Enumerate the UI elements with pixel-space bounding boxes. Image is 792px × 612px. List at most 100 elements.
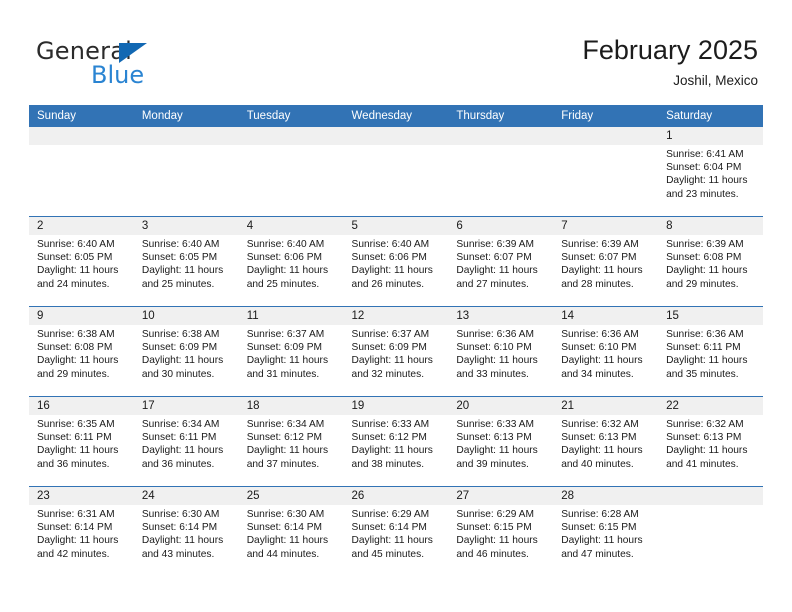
daylight-text-line2: and 26 minutes. — [351, 278, 425, 290]
sunset-text: Sunset: 6:06 PM — [351, 252, 427, 264]
weekday-header-tuesday: Tuesday — [238, 105, 344, 127]
daylight-text-line1: Daylight: 11 hours — [246, 265, 329, 277]
sunrise-text: Sunrise: 6:34 AM — [246, 419, 325, 430]
day-cell-8[interactable]: 8 Sunrise: 6:39 AM Sunset: 6:08 PM Daylight… — [658, 217, 763, 306]
sunrise-text: Sunrise: 6:29 AM — [456, 509, 534, 520]
calendar-day-cell: 6 Sunrise: 6:39 AM Sunset: 6:07 PM Daylight… — [448, 216, 554, 307]
daylight-text-line1: Daylight: 11 hours — [666, 265, 748, 277]
calendar-day-cell — [133, 127, 239, 217]
daylight-text-line1: Daylight: 11 hours — [37, 265, 119, 277]
day-cell-6[interactable]: 6 Sunrise: 6:39 AM Sunset: 6:07 PM Daylight… — [448, 217, 554, 306]
calendar-week-row: 23 Sunrise: 6:31 AM Sunset: 6:14 PM Dayligh… — [29, 486, 763, 576]
daylight-text-line1: Daylight: 11 hours — [351, 535, 433, 547]
sunset-text: Sunset: 6:11 PM — [37, 432, 112, 444]
day-number: 7 — [553, 217, 659, 235]
day-cell-19[interactable]: 19 Sunrise: 6:33 AM Sunset: 6:12 PM Dayligh… — [343, 397, 449, 486]
calendar-day-cell: 11 Sunrise: 6:37 AM Sunset: 6:09 PM Dayligh… — [238, 306, 344, 397]
sunrise-text: Sunrise: 6:40 AM — [351, 239, 430, 250]
daylight-text-line2: and 25 minutes. — [246, 278, 320, 290]
day-cell-28[interactable]: 28 Sunrise: 6:28 AM Sunset: 6:15 PM Dayligh… — [553, 487, 659, 576]
day-sun-info: Sunrise: 6:36 AM Sunset: 6:10 PM Daylight:… — [553, 325, 658, 381]
daylight-text-line2: and 25 minutes. — [141, 278, 215, 290]
day-cell-empty — [553, 127, 659, 216]
daylight-text-line2: and 36 minutes. — [141, 458, 215, 470]
calendar-header-row: Sunday Monday Tuesday Wednesday Thursday Frid… — [29, 105, 763, 127]
calendar-day-cell: 24 Sunrise: 6:30 AM Sunset: 6:14 PM Dayligh… — [133, 486, 239, 576]
sunset-text: Sunset: 6:09 PM — [141, 342, 218, 354]
sunrise-text: Sunrise: 6:30 AM — [141, 509, 220, 520]
day-cell-empty — [29, 127, 134, 216]
daylight-text-line2: and 33 minutes. — [456, 368, 529, 380]
sunrise-text: Sunrise: 6:40 AM — [37, 239, 115, 250]
day-cell-17[interactable]: 17 Sunrise: 6:34 AM Sunset: 6:11 PM Dayligh… — [133, 397, 239, 486]
day-cell-10[interactable]: 10 Sunrise: 6:38 AM Sunset: 6:09 PM Dayligh… — [133, 307, 239, 396]
calendar-day-cell: 4 Sunrise: 6:40 AM Sunset: 6:06 PM Daylight… — [238, 216, 344, 307]
calendar-day-cell: 20 Sunrise: 6:33 AM Sunset: 6:13 PM Dayligh… — [448, 396, 554, 487]
day-number: 8 — [658, 217, 763, 235]
sunset-text: Sunset: 6:11 PM — [141, 432, 217, 444]
day-cell-26[interactable]: 26 Sunrise: 6:29 AM Sunset: 6:14 PM Dayligh… — [343, 487, 449, 576]
day-cell-24[interactable]: 24 Sunrise: 6:30 AM Sunset: 6:14 PM Dayligh… — [133, 487, 239, 576]
day-cell-27[interactable]: 27 Sunrise: 6:29 AM Sunset: 6:15 PM Dayligh… — [448, 487, 554, 576]
day-cell-3[interactable]: 3 Sunrise: 6:40 AM Sunset: 6:05 PM Daylight… — [133, 217, 239, 306]
daylight-text-line1: Daylight: 11 hours — [456, 445, 538, 457]
sunrise-text: Sunrise: 6:40 AM — [141, 239, 220, 250]
daylight-text-line2: and 47 minutes. — [561, 548, 634, 560]
day-cell-21[interactable]: 21 Sunrise: 6:32 AM Sunset: 6:13 PM Dayligh… — [553, 397, 659, 486]
sunset-text: Sunset: 6:05 PM — [141, 252, 218, 264]
daylight-text-line2: and 23 minutes. — [666, 188, 739, 200]
day-sun-info: Sunrise: 6:40 AM Sunset: 6:06 PM Daylight:… — [239, 235, 344, 291]
day-cell-14[interactable]: 14 Sunrise: 6:36 AM Sunset: 6:10 PM Dayligh… — [553, 307, 659, 396]
day-cell-2[interactable]: 2 Sunrise: 6:40 AM Sunset: 6:05 PM Daylight… — [29, 217, 134, 306]
daylight-text-line2: and 32 minutes. — [351, 368, 425, 380]
day-cell-15[interactable]: 15 Sunrise: 6:36 AM Sunset: 6:11 PM Dayligh… — [658, 307, 763, 396]
day-cell-11[interactable]: 11 Sunrise: 6:37 AM Sunset: 6:09 PM Dayligh… — [238, 307, 344, 396]
day-cell-16[interactable]: 16 Sunrise: 6:35 AM Sunset: 6:11 PM Dayligh… — [29, 397, 134, 486]
sunrise-text: Sunrise: 6:28 AM — [561, 509, 639, 520]
day-cell-1[interactable]: 1 Sunrise: 6:41 AM Sunset: 6:04 PM Daylight… — [658, 127, 763, 216]
day-sun-info: Sunrise: 6:37 AM Sunset: 6:09 PM Daylight:… — [239, 325, 344, 381]
sunrise-text: Sunrise: 6:30 AM — [246, 509, 325, 520]
day-cell-20[interactable]: 20 Sunrise: 6:33 AM Sunset: 6:13 PM Dayligh… — [448, 397, 554, 486]
day-cell-7[interactable]: 7 Sunrise: 6:39 AM Sunset: 6:07 PM Daylight… — [553, 217, 659, 306]
day-sun-info: Sunrise: 6:38 AM Sunset: 6:08 PM Daylight:… — [29, 325, 134, 381]
day-cell-13[interactable]: 13 Sunrise: 6:36 AM Sunset: 6:10 PM Dayligh… — [448, 307, 554, 396]
day-cell-25[interactable]: 25 Sunrise: 6:30 AM Sunset: 6:14 PM Dayligh… — [238, 487, 344, 576]
calendar-page: General Blue February 2025 Joshil, Mexic… — [0, 0, 792, 612]
daylight-text-line2: and 24 minutes. — [37, 278, 110, 290]
daylight-text-line2: and 29 minutes. — [37, 368, 110, 380]
calendar-day-cell: 10 Sunrise: 6:38 AM Sunset: 6:09 PM Dayligh… — [133, 306, 239, 397]
sunrise-text: Sunrise: 6:32 AM — [561, 419, 639, 430]
day-cell-5[interactable]: 5 Sunrise: 6:40 AM Sunset: 6:06 PM Daylight… — [343, 217, 449, 306]
calendar-day-cell: 28 Sunrise: 6:28 AM Sunset: 6:15 PM Dayligh… — [553, 486, 659, 576]
day-cell-empty — [448, 127, 554, 216]
general-blue-logo[interactable]: General Blue — [36, 38, 236, 88]
day-number: 18 — [238, 397, 344, 415]
sunrise-text: Sunrise: 6:31 AM — [37, 509, 115, 520]
calendar-day-cell: 22 Sunrise: 6:32 AM Sunset: 6:13 PM Dayligh… — [658, 396, 763, 487]
day-number: 5 — [343, 217, 449, 235]
daylight-text-line2: and 43 minutes. — [141, 548, 215, 560]
day-sun-info: Sunrise: 6:28 AM Sunset: 6:15 PM Daylight:… — [553, 505, 658, 561]
day-number: 2 — [29, 217, 134, 235]
day-cell-18[interactable]: 18 Sunrise: 6:34 AM Sunset: 6:12 PM Dayligh… — [238, 397, 344, 486]
daylight-text-line2: and 28 minutes. — [561, 278, 634, 290]
sunrise-text: Sunrise: 6:41 AM — [666, 149, 744, 160]
day-sun-info: Sunrise: 6:29 AM Sunset: 6:15 PM Daylight:… — [448, 505, 553, 561]
calendar-day-cell: 21 Sunrise: 6:32 AM Sunset: 6:13 PM Dayligh… — [553, 396, 659, 487]
day-cell-12[interactable]: 12 Sunrise: 6:37 AM Sunset: 6:09 PM Dayligh… — [343, 307, 449, 396]
day-sun-info: Sunrise: 6:36 AM Sunset: 6:10 PM Daylight:… — [448, 325, 553, 381]
daylight-text-line2: and 44 minutes. — [246, 548, 320, 560]
daylight-text-line1: Daylight: 11 hours — [666, 175, 748, 187]
day-sun-info: Sunrise: 6:41 AM Sunset: 6:04 PM Daylight:… — [658, 145, 763, 201]
weekday-header-wednesday: Wednesday — [343, 105, 449, 127]
daylight-text-line1: Daylight: 11 hours — [246, 445, 329, 457]
sunset-text: Sunset: 6:09 PM — [351, 342, 427, 354]
day-cell-4[interactable]: 4 Sunrise: 6:40 AM Sunset: 6:06 PM Daylight… — [238, 217, 344, 306]
day-cell-23[interactable]: 23 Sunrise: 6:31 AM Sunset: 6:14 PM Dayligh… — [29, 487, 134, 576]
day-cell-9[interactable]: 9 Sunrise: 6:38 AM Sunset: 6:08 PM Daylight… — [29, 307, 134, 396]
logo-triangle-icon — [119, 43, 147, 63]
calendar-table: Sunday Monday Tuesday Wednesday Thursday Frid… — [29, 105, 763, 576]
daylight-text-line1: Daylight: 11 hours — [141, 445, 224, 457]
day-cell-22[interactable]: 22 Sunrise: 6:32 AM Sunset: 6:13 PM Dayligh… — [658, 397, 763, 486]
